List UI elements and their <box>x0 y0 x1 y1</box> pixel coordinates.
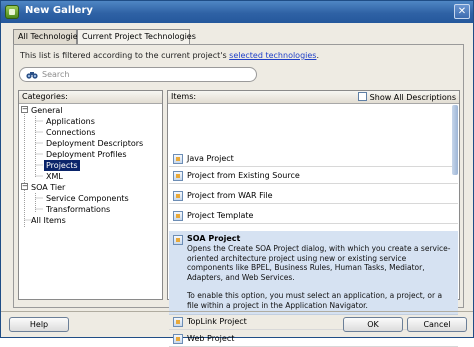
tree-node-deployment-descriptors[interactable]: Deployment Descriptors <box>46 138 143 149</box>
item-label: TopLink Project <box>187 317 247 326</box>
tree-node-transformations[interactable]: Transformations <box>46 204 110 215</box>
footer-separator <box>1 311 473 312</box>
item-description: Opens the Create SOA Project dialog, wit… <box>187 244 452 319</box>
window-title: New Gallery <box>25 5 93 16</box>
gallery-panel: This list is filtered according to the c… <box>13 44 464 347</box>
item-label: Java Project <box>187 154 234 163</box>
items-scrollbar[interactable] <box>452 105 458 299</box>
tree-node-general[interactable]: General <box>31 105 63 116</box>
project-icon <box>173 171 183 181</box>
project-icon <box>173 211 183 221</box>
binoculars-icon <box>26 72 38 79</box>
tree-node-service-components[interactable]: Service Components <box>46 193 129 204</box>
new-gallery-dialog: New Gallery ✕ All Technologies Current P… <box>0 0 474 347</box>
item-label: Project Template <box>187 211 254 220</box>
description-paragraph: Opens the Create SOA Project dialog, wit… <box>187 244 451 282</box>
item-label: Web Project <box>187 334 235 343</box>
show-all-descriptions[interactable]: Show All Descriptions <box>357 92 456 102</box>
item-project-from-war-file[interactable]: Project from WAR File <box>169 188 458 204</box>
show-all-descriptions-label: Show All Descriptions <box>369 93 456 102</box>
gallery-icon <box>5 5 19 19</box>
categories-header-label: Categories: <box>22 92 68 101</box>
project-icon <box>173 334 183 344</box>
tree-node-applications[interactable]: Applications <box>46 116 95 127</box>
item-label: SOA Project <box>187 234 241 243</box>
soa-project-icon <box>173 235 183 245</box>
project-icon <box>173 317 183 327</box>
cancel-button[interactable]: Cancel <box>407 317 467 332</box>
items-pane: Items: Show All Descriptions Java Projec… <box>167 90 460 347</box>
item-web-project[interactable]: Web Project <box>169 331 458 347</box>
filter-note: This list is filtered according to the c… <box>20 51 319 60</box>
item-java-project[interactable]: Java Project <box>169 151 458 167</box>
help-button[interactable]: Help <box>9 317 69 332</box>
project-icon <box>173 191 183 201</box>
tree-node-all-items[interactable]: All Items <box>31 215 66 226</box>
search-box[interactable] <box>19 67 257 82</box>
tree-node-xml[interactable]: XML <box>46 171 63 182</box>
items-scroll-thumb[interactable] <box>452 105 458 175</box>
items-header: Items: Show All Descriptions <box>168 91 459 104</box>
tree-node-projects[interactable]: Projects <box>44 160 80 171</box>
selected-technologies-link[interactable]: selected technologies <box>229 51 316 60</box>
ok-button[interactable]: OK <box>343 317 403 332</box>
close-icon[interactable]: ✕ <box>454 4 470 19</box>
show-all-descriptions-checkbox[interactable] <box>357 92 367 101</box>
general-expander[interactable]: − <box>21 106 28 113</box>
soa-tier-expander[interactable]: − <box>21 183 28 190</box>
search-input[interactable] <box>42 69 252 80</box>
item-label: Project from Existing Source <box>187 171 300 180</box>
tab-current-project-technologies[interactable]: Current Project Technologies <box>77 29 196 44</box>
filter-suffix: . <box>316 51 320 60</box>
item-soa-project[interactable]: SOA Project Opens the Create SOA Project… <box>169 231 458 315</box>
item-label: Project from WAR File <box>187 191 273 200</box>
categories-pane: Categories: − General Applications Conne… <box>18 90 163 300</box>
project-icon <box>173 154 183 164</box>
tree-node-connections[interactable]: Connections <box>46 127 95 138</box>
description-paragraph: To enable this option, you must select a… <box>187 291 443 310</box>
categories-header: Categories: <box>19 91 162 104</box>
tree-node-deployment-profiles[interactable]: Deployment Profiles <box>46 149 127 160</box>
item-project-template[interactable]: Project Template <box>169 208 458 224</box>
title-bar[interactable]: New Gallery ✕ <box>1 1 473 23</box>
filter-text: This list is filtered according to the c… <box>20 51 230 60</box>
tree-node-soa-tier[interactable]: SOA Tier <box>31 182 65 193</box>
items-header-label: Items: <box>171 92 197 101</box>
tab-all-technologies[interactable]: All Technologies <box>13 29 82 44</box>
item-project-from-existing-source[interactable]: Project from Existing Source <box>169 168 458 184</box>
